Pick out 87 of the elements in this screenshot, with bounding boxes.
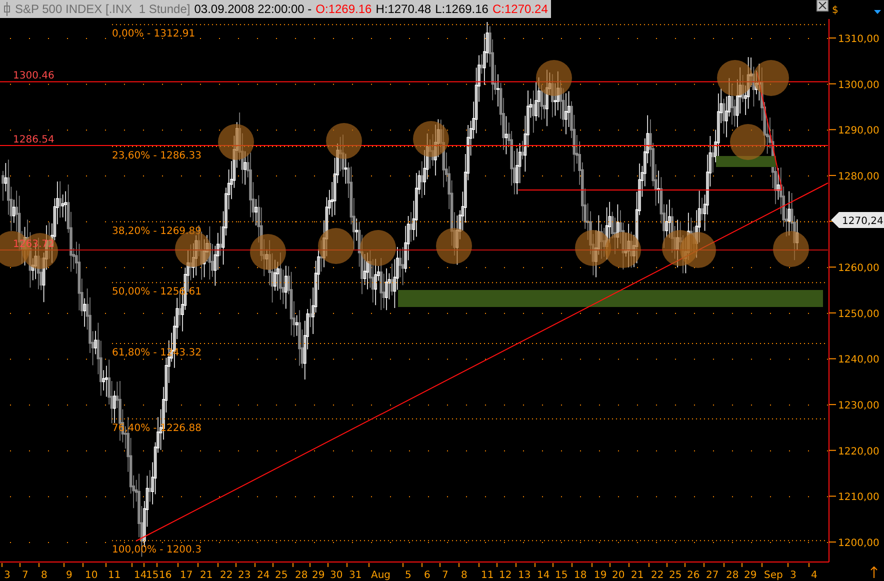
price-tick-label: 1210,00 [838,492,880,504]
price-tick-label: 1260,00 [838,263,880,274]
time-tick-label: 29 [312,570,325,581]
time-tick-label: 30 [330,570,343,581]
time-tick-label: 28 [726,570,739,581]
time-tick-label: 28 [295,570,308,581]
time-tick-label: 8 [41,570,48,581]
dropdown-icon[interactable] [874,10,881,14]
highlight-circle [326,123,362,159]
time-tick-label: 16 [159,570,172,581]
highlight-circle [218,124,254,160]
bar-datetime: 03.09.2008 22:00:00 - [194,2,312,16]
instrument-title: S&P 500 INDEX [.INX 1 Stunde] [15,2,190,16]
time-tick-label: 31 [349,570,362,581]
time-tick-label: 23 [238,570,251,581]
price-tick-label: 1200,00 [838,538,880,550]
highlight-circle [773,231,809,267]
time-tick-label: 27 [706,570,719,581]
line-label: 1286.54 [13,134,54,146]
price-tick-label: 1300,00 [838,80,880,91]
highlight-circle [436,228,472,264]
low-value: L:1269.16 [435,2,488,16]
support-zone [716,156,776,167]
time-tick-label: 21 [200,570,213,581]
highlight-circle [680,232,716,268]
time-tick-label: 22 [220,570,233,581]
time-tick-label: 9 [66,570,72,581]
time-tick-label: 29 [744,570,757,581]
time-tick-label: 22 [651,570,664,581]
time-tick-label: 18 [574,570,587,581]
highlight-circle [717,60,753,96]
fibonacci-label: 38,20% - 1269.89 [112,226,202,237]
time-tick-label: 13 [518,570,531,581]
time-tick-label: 24 [257,570,270,581]
time-tick-label: 6 [424,570,430,581]
currency-label: $ [832,5,838,16]
fibonacci-label: 0,00% - 1312.91 [112,28,196,40]
highlight-circle [250,234,286,270]
time-tick-label: 14 [134,570,147,581]
price-tick-label: 1230,00 [838,400,880,412]
time-tick-label: 21 [631,570,644,581]
high-value: H:1270.48 [376,2,432,16]
time-tick-label: 19 [594,570,607,581]
up-arrow-icon[interactable] [870,566,878,578]
time-tick-label: 3 [790,570,796,581]
time-tick-label: 11 [481,570,494,581]
highlight-circle [575,230,611,266]
time-tick-label: 10 [85,570,98,581]
time-tick-label: 14 [537,570,550,581]
time-tick-label: 7 [442,570,448,581]
highlight-circle [753,60,789,96]
time-tick-label: 25 [669,570,682,581]
time-tick-label: 5 [405,570,412,581]
price-tick-label: 1310,00 [838,34,880,45]
fibonacci-label: 100,00% - 1200.3 [112,544,202,556]
time-tick-label: 8 [461,570,468,581]
price-tick-label: 1250,00 [838,308,880,320]
time-tick-label: 17 [180,570,193,581]
open-value: O:1269.16 [316,2,372,16]
time-tick-label: 25 [275,570,288,581]
time-tick-label: 20 [612,570,625,581]
time-tick-label: 15 [146,570,159,581]
time-tick-label: 11 [108,570,121,581]
time-tick-label: 7 [22,570,28,581]
time-tick-label: 26 [687,570,700,581]
highlight-circle [730,124,766,160]
highlight-circle [605,232,641,268]
time-tick-label: 15 [555,570,568,581]
time-tick-label: 4 [811,570,818,581]
price-tick-label: 1220,00 [838,446,880,458]
candle-icon [3,2,11,16]
price-tick-label: 1280,00 [838,171,880,182]
highlight-circle [413,121,449,157]
time-tick-label: 3 [4,570,10,581]
line-label: 1300.46 [13,70,54,82]
last-price-tag: 1270,24 [831,212,884,228]
price-tick-label: 1290,00 [838,126,880,137]
highlight-circle [318,228,354,264]
highlight-circle [360,230,396,266]
close-icon[interactable] [816,0,828,12]
time-tick-label: Aug [371,570,391,581]
close-value: C:1270.24 [492,2,548,16]
highlight-circle [536,60,572,96]
time-tick-label: 12 [499,570,512,581]
fibonacci-label: 23,60% - 1286.33 [112,150,202,162]
time-tick-label: Sep [764,570,783,581]
price-tick-label: 1240,00 [838,354,880,366]
